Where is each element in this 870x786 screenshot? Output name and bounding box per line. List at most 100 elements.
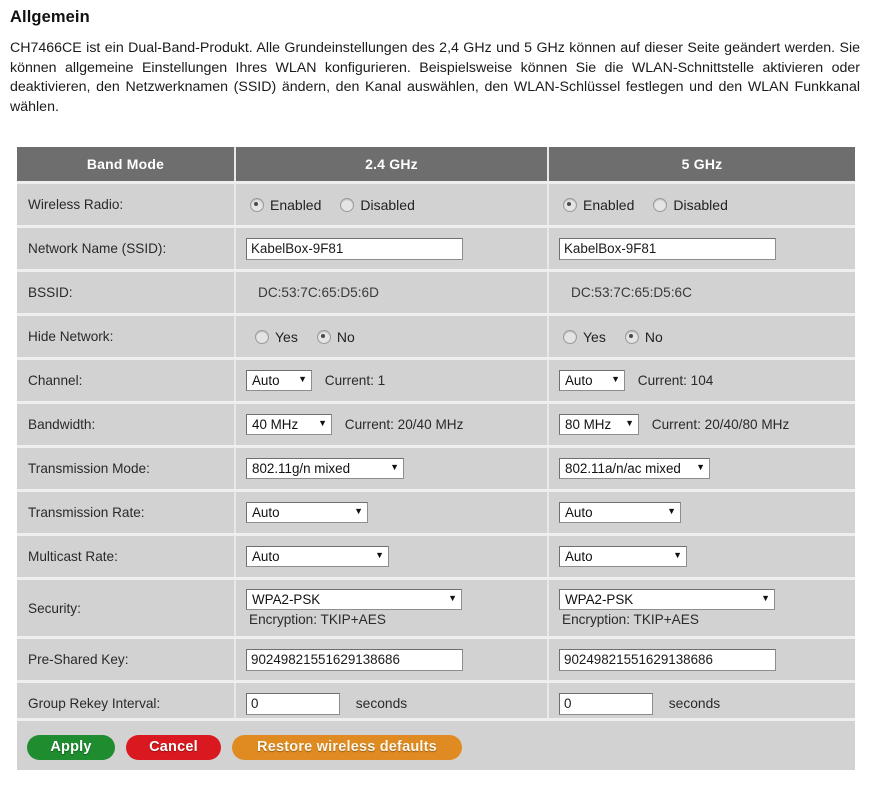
radio-hide-network-no-2-4ghz[interactable]: No (316, 328, 355, 345)
channel-select-5ghz[interactable]: Auto ▼ (559, 370, 625, 391)
radio-group-wireless-radio-2-4ghz: Enabled Disabled (236, 197, 547, 213)
group-rekey-input-2-4ghz[interactable]: 0 (246, 692, 340, 715)
radio-label: Disabled (360, 196, 415, 213)
pre-shared-key-input-5ghz[interactable]: 90249821551629138686 (559, 648, 776, 671)
ssid-input-5ghz[interactable]: KabelBox-9F81 (559, 237, 776, 260)
radio-wireless-radio-disabled-5ghz[interactable]: Disabled (653, 196, 728, 213)
security-select-5ghz[interactable]: WPA2-PSK ▼ (559, 589, 775, 610)
chevron-down-icon: ▼ (354, 506, 363, 516)
bandwidth-select-value-5ghz: 80 MHz (565, 417, 612, 432)
chevron-down-icon: ▼ (696, 462, 705, 472)
cancel-button[interactable]: Cancel (126, 735, 221, 760)
label-wireless-radio: Wireless Radio: (17, 181, 236, 227)
label-multicast-rate: Multicast Rate: (17, 533, 236, 579)
restore-wireless-defaults-button[interactable]: Restore wireless defaults (232, 735, 462, 760)
radio-label: Enabled (270, 196, 322, 213)
radio-group-wireless-radio-5ghz: Enabled Disabled (549, 197, 855, 213)
channel-select-value-2-4ghz: Auto (252, 373, 280, 388)
cell-transmission-rate-2-4ghz: Auto ▼ (235, 489, 549, 535)
radio-label: Yes (583, 328, 606, 345)
radio-dot-icon[interactable] (563, 197, 577, 212)
chevron-down-icon: ▼ (673, 550, 682, 560)
radio-dot-icon[interactable] (624, 329, 639, 344)
cell-transmission-mode-5ghz: 802.11a/n/ac mixed ▼ (548, 445, 855, 491)
page-title: Allgemein (10, 8, 90, 26)
page-description: CH7466CE ist ein Dual-Band-Produkt. Alle… (10, 40, 860, 115)
bandwidth-select-2-4ghz[interactable]: 40 MHz ▼ (246, 414, 332, 435)
group-rekey-unit-2-4ghz: seconds (355, 696, 408, 711)
pre-shared-key-input-2-4ghz[interactable]: 90249821551629138686 (246, 648, 463, 671)
cell-security-5ghz: WPA2-PSK ▼ Encryption: TKIP+AES (548, 577, 855, 638)
transmission-mode-select-5ghz[interactable]: 802.11a/n/ac mixed ▼ (559, 458, 710, 479)
security-value-2-4ghz: WPA2-PSK (252, 592, 321, 607)
table-header-row: Band Mode 2.4 GHz 5 GHz (17, 147, 855, 183)
channel-select-value-5ghz: Auto (565, 373, 593, 388)
ssid-input-2-4ghz[interactable]: KabelBox-9F81 (246, 237, 463, 260)
cell-multicast-rate-5ghz: Auto ▼ (548, 533, 855, 579)
radio-dot-icon[interactable] (250, 197, 264, 212)
radio-dot-icon[interactable] (653, 197, 668, 212)
label-transmission-mode: Transmission Mode: (17, 445, 236, 491)
transmission-rate-select-2-4ghz[interactable]: Auto ▼ (246, 502, 368, 523)
cell-psk-5ghz: 90249821551629138686 (548, 636, 855, 682)
radio-wireless-radio-enabled-2-4ghz[interactable]: Enabled (250, 197, 321, 213)
cell-bandwidth-5ghz: 80 MHz ▼ Current: 20/40/80 MHz (548, 401, 855, 447)
table-row-security: Security: WPA2-PSK ▼ Encryption: TKIP+AE… (17, 577, 855, 638)
apply-button[interactable]: Apply (27, 735, 115, 760)
radio-wireless-radio-enabled-5ghz[interactable]: Enabled (563, 197, 634, 213)
table-header: Band Mode 2.4 GHz 5 GHz (17, 147, 855, 183)
label-channel: Channel: (17, 357, 236, 403)
label-transmission-rate: Transmission Rate: (17, 489, 236, 535)
chevron-down-icon: ▼ (375, 550, 384, 560)
multicast-rate-select-5ghz[interactable]: Auto ▼ (559, 546, 687, 567)
table-row-hide-network: Hide Network: Yes No Yes No (17, 313, 855, 359)
transmission-mode-value-2-4ghz: 802.11g/n mixed (252, 461, 351, 476)
radio-hide-network-no-5ghz[interactable]: No (624, 328, 663, 345)
cell-security-2-4ghz: WPA2-PSK ▼ Encryption: TKIP+AES (235, 577, 549, 638)
chevron-down-icon: ▼ (390, 462, 399, 472)
label-bandwidth: Bandwidth: (17, 401, 236, 447)
wireless-settings-page: Allgemein CH7466CE ist ein Dual-Band-Pro… (0, 8, 870, 786)
transmission-mode-select-2-4ghz[interactable]: 802.11g/n mixed ▼ (246, 458, 404, 479)
chevron-down-icon: ▼ (625, 418, 634, 428)
bssid-value-5ghz: DC:53:7C:65:D5:6C (548, 269, 855, 315)
channel-select-2-4ghz[interactable]: Auto ▼ (246, 370, 312, 391)
column-header-band-mode: Band Mode (17, 147, 236, 183)
channel-current-2-4ghz: Current: 1 (324, 373, 386, 388)
table-row-channel: Channel: Auto ▼ Current: 1 Auto ▼ Curren… (17, 357, 855, 403)
cell-hide-network-5ghz: Yes No (548, 313, 855, 359)
cell-wireless-radio-2-4ghz: Enabled Disabled (235, 181, 549, 227)
radio-hide-network-yes-5ghz[interactable]: Yes (563, 329, 606, 345)
chevron-down-icon: ▼ (611, 374, 620, 384)
radio-dot-icon[interactable] (316, 329, 331, 344)
encryption-text-5ghz: Encryption: TKIP+AES (562, 612, 699, 627)
table-row-transmission-mode: Transmission Mode: 802.11g/n mixed ▼ 802… (17, 445, 855, 491)
radio-group-hide-network-5ghz: Yes No (549, 329, 855, 345)
table-row-multicast-rate: Multicast Rate: Auto ▼ Auto ▼ (17, 533, 855, 579)
cell-ssid-5ghz: KabelBox-9F81 (548, 225, 855, 271)
radio-dot-icon[interactable] (563, 329, 577, 344)
radio-wireless-radio-disabled-2-4ghz[interactable]: Disabled (340, 196, 415, 213)
radio-label: No (336, 328, 355, 345)
column-header-5ghz: 5 GHz (548, 147, 855, 183)
security-value-5ghz: WPA2-PSK (565, 592, 634, 607)
transmission-rate-select-5ghz[interactable]: Auto ▼ (559, 502, 681, 523)
radio-label: No (644, 328, 663, 345)
bandwidth-select-5ghz[interactable]: 80 MHz ▼ (559, 414, 639, 435)
radio-label: Disabled (673, 196, 728, 213)
transmission-rate-value-2-4ghz: Auto (252, 505, 280, 520)
radio-hide-network-yes-2-4ghz[interactable]: Yes (255, 329, 298, 345)
security-select-2-4ghz[interactable]: WPA2-PSK ▼ (246, 589, 462, 610)
security-group-2-4ghz: WPA2-PSK ▼ Encryption: TKIP+AES (236, 589, 547, 627)
chevron-down-icon: ▼ (667, 506, 676, 516)
radio-dot-icon[interactable] (255, 329, 269, 344)
cell-psk-2-4ghz: 90249821551629138686 (235, 636, 549, 682)
label-hide-network: Hide Network: (17, 313, 236, 359)
radio-dot-icon[interactable] (340, 197, 355, 212)
bssid-value-2-4ghz: DC:53:7C:65:D5:6D (235, 269, 549, 315)
group-rekey-input-5ghz[interactable]: 0 (559, 692, 653, 715)
column-header-2-4ghz: 2.4 GHz (235, 147, 549, 183)
table-row-bandwidth: Bandwidth: 40 MHz ▼ Current: 20/40 MHz 8… (17, 401, 855, 447)
cell-channel-2-4ghz: Auto ▼ Current: 1 (235, 357, 549, 403)
multicast-rate-select-2-4ghz[interactable]: Auto ▼ (246, 546, 389, 567)
